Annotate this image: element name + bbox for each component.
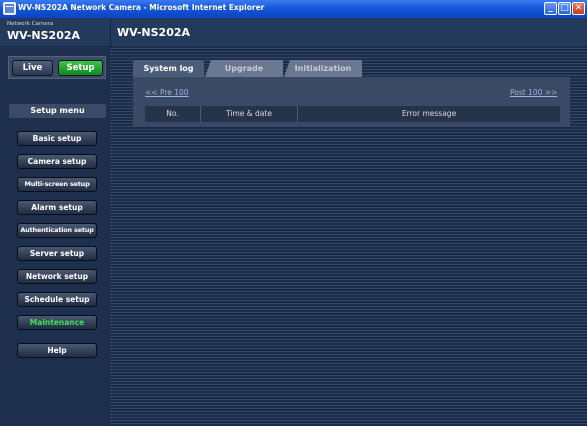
column-header-no: No. <box>166 109 179 118</box>
column-header-time-date: Time & date <box>226 109 272 118</box>
column-header-error-message: Error message <box>401 109 457 118</box>
help-button[interactable]: Help <box>17 343 97 358</box>
browser-window: WV-NS202A Network Camera - Microsoft Int… <box>0 0 587 426</box>
menu-alarm-setup[interactable]: Alarm setup <box>17 200 97 215</box>
menu-camera-setup[interactable]: Camera setup <box>17 154 97 169</box>
window-title: WV-NS202A Network Camera - Microsoft Int… <box>18 3 265 12</box>
menu-multi-screen-setup[interactable]: Multi-screen setup <box>17 177 97 192</box>
maximize-icon: □ <box>560 3 569 13</box>
tab-initialization[interactable]: Initialization <box>284 60 362 77</box>
internet-explorer-icon <box>3 2 16 15</box>
title-bar: WV-NS202A Network Camera - Microsoft Int… <box>0 0 587 18</box>
menu-basic-setup[interactable]: Basic setup <box>17 131 97 146</box>
setup-button[interactable]: Setup <box>58 60 103 76</box>
header-divider <box>110 18 111 46</box>
minimize-icon: _ <box>548 3 553 13</box>
mode-switch: Live Setup <box>8 56 106 79</box>
next-100-link[interactable]: Post 100 >> <box>510 88 557 97</box>
setup-menu-title: Setup menu <box>9 104 106 118</box>
maximize-button[interactable]: □ <box>558 2 571 15</box>
menu-maintenance[interactable]: Maintenance <box>17 315 97 330</box>
previous-100-link[interactable]: << Pre 100 <box>145 88 189 97</box>
tab-upgrade[interactable]: Upgrade <box>205 60 283 77</box>
camera-header <box>0 18 587 46</box>
menu-server-setup[interactable]: Server setup <box>17 246 97 261</box>
close-icon: ✕ <box>574 3 583 13</box>
brand-label: Network Camera <box>7 21 54 27</box>
brand-model: WV-NS202A <box>7 29 81 42</box>
page-model-title: WV-NS202A <box>117 26 191 39</box>
menu-authentication-setup[interactable]: Authentication setup <box>17 223 97 238</box>
menu-network-setup[interactable]: Network setup <box>17 269 97 284</box>
close-button[interactable]: ✕ <box>572 2 585 15</box>
live-button[interactable]: Live <box>12 60 53 76</box>
menu-schedule-setup[interactable]: Schedule setup <box>17 292 97 307</box>
tab-system-log[interactable]: System log <box>133 60 204 77</box>
minimize-button[interactable]: _ <box>544 2 557 15</box>
log-table-header: No. Time & date Error message <box>145 106 560 122</box>
